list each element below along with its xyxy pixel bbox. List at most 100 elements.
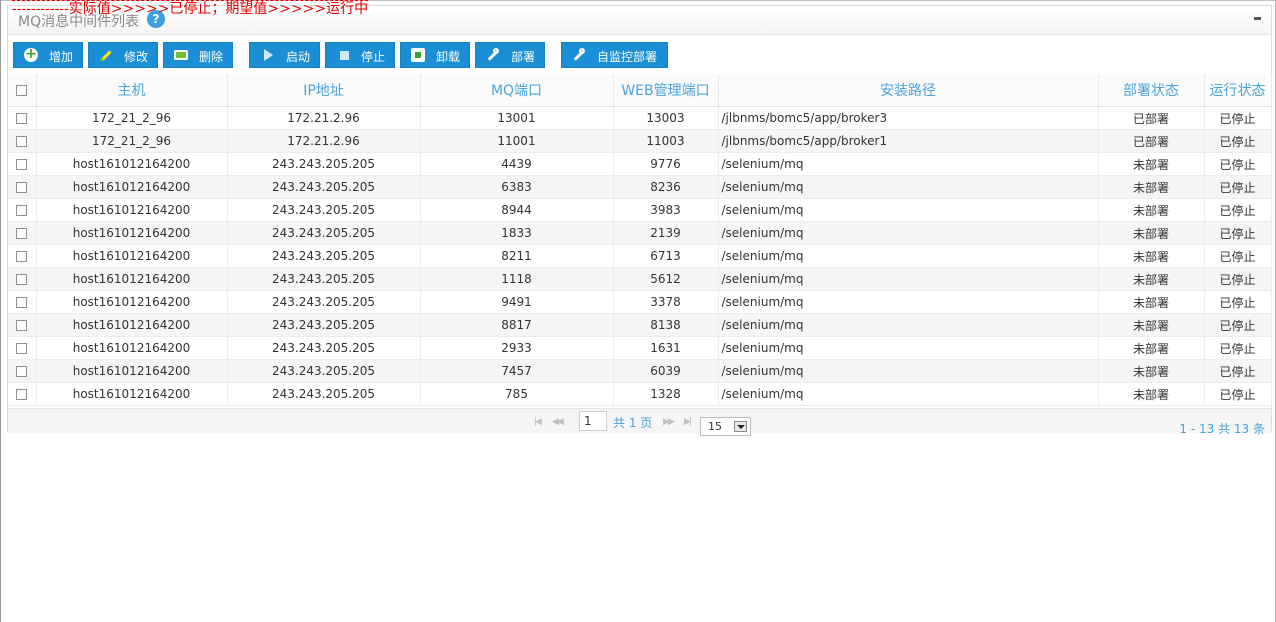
run-status-cell: 已停止 bbox=[1204, 290, 1272, 314]
web-port-cell: 6039 bbox=[613, 359, 719, 383]
web-port-cell: 1328 bbox=[613, 382, 719, 406]
row-select-cell bbox=[8, 313, 37, 337]
row-checkbox[interactable] bbox=[16, 297, 28, 308]
edit-button[interactable]: 修改 bbox=[88, 42, 158, 68]
select-all-checkbox[interactable] bbox=[16, 84, 28, 96]
mq-port-cell: 1833 bbox=[420, 221, 614, 245]
minus-icon bbox=[174, 50, 188, 60]
row-checkbox[interactable] bbox=[16, 274, 28, 285]
table-row[interactable]: 172_21_2_96 172.21.2.96 11001 11003/jlbnms/… bbox=[8, 129, 1272, 153]
table-row[interactable]: host161012164200 243.243.205.205 6383 8236/… bbox=[8, 175, 1272, 199]
table-row[interactable]: host161012164200 243.243.205.205 1118 5612/… bbox=[8, 267, 1272, 291]
table-header-row: 主机 IP地址 MQ端口 WEB管理端口 安装路径 部署状态 运行状态 bbox=[8, 74, 1272, 107]
column-header-host[interactable]: 主机 bbox=[36, 74, 228, 107]
web-port-cell: 11003 bbox=[613, 129, 719, 153]
web-port-cell: 13003 bbox=[613, 106, 719, 130]
total-pages-text: 共 1 页 bbox=[613, 416, 653, 430]
mq-port-cell: 4439 bbox=[420, 152, 614, 176]
column-header-ip[interactable]: IP地址 bbox=[227, 74, 421, 107]
table-row[interactable]: host161012164200 243.243.205.205 9491 3378/… bbox=[8, 290, 1272, 314]
host-cell: host161012164200 bbox=[36, 290, 228, 314]
install-path-cell: /selenium/mq bbox=[718, 152, 1099, 176]
row-checkbox[interactable] bbox=[16, 182, 28, 193]
host-cell: host161012164200 bbox=[36, 267, 228, 291]
ip-cell: 243.243.205.205 bbox=[227, 198, 421, 222]
row-checkbox[interactable] bbox=[16, 366, 28, 377]
add-button[interactable]: 增加 bbox=[13, 42, 83, 68]
install-path-cell: /jlbnms/bomc5/app/broker1 bbox=[718, 129, 1099, 153]
self-monitor-deploy-button[interactable]: 自监控部署 bbox=[561, 42, 668, 68]
install-path-cell: /selenium/mq bbox=[718, 313, 1099, 337]
start-button[interactable]: 启动 bbox=[249, 42, 320, 68]
deploy-status-cell: 未部署 bbox=[1098, 244, 1205, 268]
table-row[interactable]: host161012164200 243.243.205.205 8211 6713/… bbox=[8, 244, 1272, 268]
page-number-input[interactable]: 1 bbox=[579, 411, 607, 431]
row-checkbox[interactable] bbox=[16, 113, 28, 124]
delete-button[interactable]: 删除 bbox=[163, 42, 233, 68]
table-row[interactable]: host161012164200 243.243.205.205 7457 6039/… bbox=[8, 359, 1272, 383]
row-checkbox[interactable] bbox=[16, 320, 28, 331]
row-checkbox[interactable] bbox=[16, 205, 28, 216]
collapse-icon[interactable] bbox=[1254, 17, 1261, 20]
table-row[interactable]: host161012164200 243.243.205.205 8944 3983/… bbox=[8, 198, 1272, 222]
install-path-cell: /selenium/mq bbox=[718, 221, 1099, 245]
deploy-status-cell: 未部署 bbox=[1098, 359, 1205, 383]
stop-icon bbox=[340, 51, 349, 60]
host-cell: host161012164200 bbox=[36, 152, 228, 176]
web-port-cell: 5612 bbox=[613, 267, 719, 291]
first-page-icon[interactable]: |◀ bbox=[534, 417, 542, 427]
table-row[interactable]: 172_21_2_96 172.21.2.96 13001 13003/jlbnms/… bbox=[8, 106, 1272, 130]
table-row[interactable]: host161012164200 243.243.205.205 785 1328/s… bbox=[8, 382, 1272, 406]
row-select-cell bbox=[8, 267, 37, 291]
install-path-cell: /selenium/mq bbox=[718, 290, 1099, 314]
host-cell: host161012164200 bbox=[36, 198, 228, 222]
table-row[interactable]: host161012164200 243.243.205.205 2933 1631/… bbox=[8, 336, 1272, 360]
table-row[interactable]: host161012164200 243.243.205.205 1833 2139/… bbox=[8, 221, 1272, 245]
table-row[interactable]: host161012164200 243.243.205.205 8817 8138/… bbox=[8, 313, 1272, 337]
deploy-status-cell: 未部署 bbox=[1098, 290, 1205, 314]
install-path-cell: /selenium/mq bbox=[718, 175, 1099, 199]
web-port-cell: 3983 bbox=[613, 198, 719, 222]
column-header-web-port[interactable]: WEB管理端口 bbox=[613, 74, 719, 107]
deploy-status-cell: 未部署 bbox=[1098, 221, 1205, 245]
deploy-status-cell: 未部署 bbox=[1098, 198, 1205, 222]
self-monitor-deploy-button-label: 自监控部署 bbox=[597, 50, 658, 64]
page-size-select[interactable]: 15 bbox=[700, 417, 751, 436]
install-path-cell: /jlbnms/bomc5/app/broker3 bbox=[718, 106, 1099, 130]
column-header-mq-port[interactable]: MQ端口 bbox=[420, 74, 614, 107]
row-checkbox[interactable] bbox=[16, 251, 28, 262]
next-page-icon[interactable]: ▶▶ bbox=[663, 417, 675, 427]
row-checkbox[interactable] bbox=[16, 136, 28, 147]
row-checkbox[interactable] bbox=[16, 389, 28, 400]
web-port-cell: 2139 bbox=[613, 221, 719, 245]
row-checkbox[interactable] bbox=[16, 159, 28, 170]
delete-button-label: 删除 bbox=[199, 50, 224, 64]
ip-cell: 243.243.205.205 bbox=[227, 290, 421, 314]
mq-port-cell: 1118 bbox=[420, 267, 614, 291]
row-checkbox[interactable] bbox=[16, 228, 28, 239]
row-select-cell bbox=[8, 336, 37, 360]
table-row[interactable]: host161012164200 243.243.205.205 4439 9776/… bbox=[8, 152, 1272, 176]
deploy-status-cell: 已部署 bbox=[1098, 106, 1205, 130]
run-status-cell: 已停止 bbox=[1204, 267, 1272, 291]
stop-button[interactable]: 停止 bbox=[325, 42, 395, 68]
last-page-icon[interactable]: ▶| bbox=[684, 417, 692, 427]
mq-port-cell: 8211 bbox=[420, 244, 614, 268]
row-select-cell bbox=[8, 382, 37, 406]
table-body: 172_21_2_96 172.21.2.96 13001 13003/jlbnms/… bbox=[8, 106, 1272, 406]
uninstall-button[interactable]: 卸载 bbox=[400, 42, 470, 68]
row-checkbox[interactable] bbox=[16, 343, 28, 354]
column-header-install-path[interactable]: 安装路径 bbox=[718, 74, 1099, 107]
column-header-run-status[interactable]: 运行状态 bbox=[1204, 74, 1272, 107]
host-cell: host161012164200 bbox=[36, 221, 228, 245]
ip-cell: 243.243.205.205 bbox=[227, 336, 421, 360]
row-select-cell bbox=[8, 221, 37, 245]
deploy-button[interactable]: 部署 bbox=[475, 42, 545, 68]
mq-table: 主机 IP地址 MQ端口 WEB管理端口 安装路径 部署状态 运行状态 172_… bbox=[8, 74, 1272, 406]
host-cell: host161012164200 bbox=[36, 382, 228, 406]
stop-button-label: 停止 bbox=[361, 50, 386, 64]
deploy-status-cell: 未部署 bbox=[1098, 382, 1205, 406]
web-port-cell: 6713 bbox=[613, 244, 719, 268]
prev-page-icon[interactable]: ◀◀ bbox=[552, 417, 564, 427]
column-header-deploy-status[interactable]: 部署状态 bbox=[1098, 74, 1205, 107]
